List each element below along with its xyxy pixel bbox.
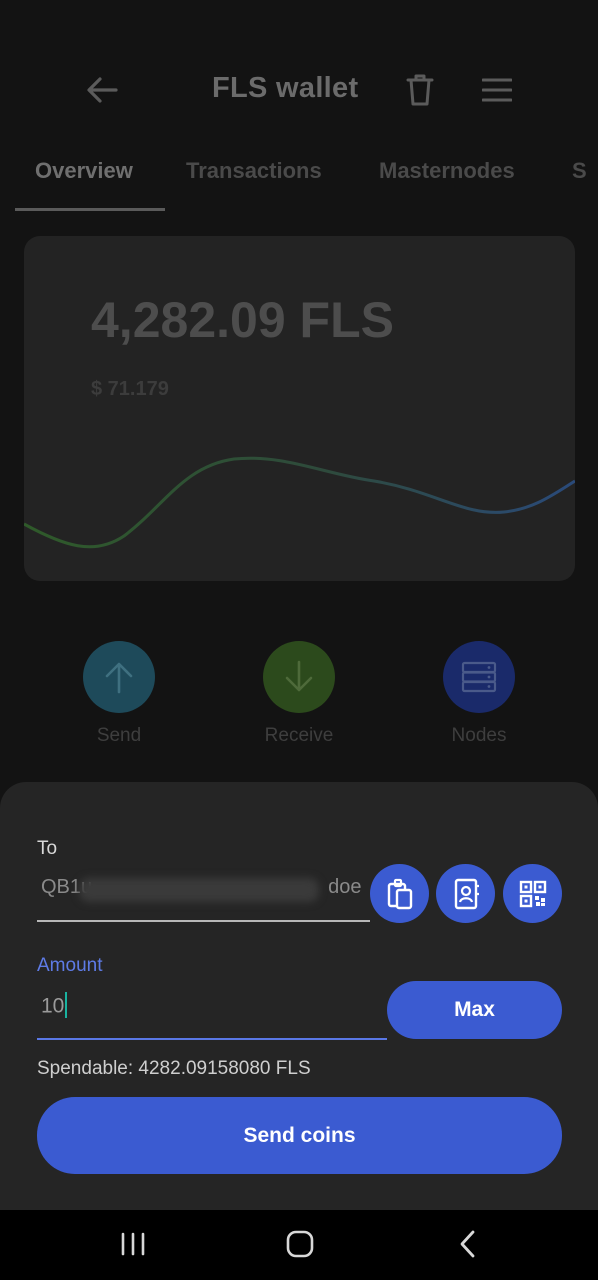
nodes-label: Nodes — [451, 725, 507, 746]
page-title: FLS wallet — [212, 72, 359, 104]
send-circle[interactable] — [83, 641, 155, 713]
fiat-balance: $ 71.179 — [91, 378, 169, 400]
menu-button[interactable] — [477, 70, 517, 110]
arrow-down-icon — [285, 660, 313, 692]
receive-circle[interactable] — [263, 641, 335, 713]
clipboard-icon — [387, 878, 412, 909]
back-chevron-icon — [460, 1230, 475, 1258]
send-action[interactable]: Send — [64, 641, 174, 747]
send-coins-button[interactable]: Send coins — [37, 1097, 562, 1174]
paste-button[interactable] — [370, 864, 429, 923]
home-button[interactable] — [278, 1224, 322, 1264]
tab-transactions[interactable]: Transactions — [186, 158, 322, 184]
server-icon — [461, 661, 497, 693]
trash-icon — [406, 74, 434, 106]
chart-line — [24, 456, 575, 549]
spendable-balance: Spendable: 4282.09158080 FLS — [37, 1058, 311, 1079]
receive-action[interactable]: Receive — [244, 641, 354, 747]
address-book-icon — [454, 878, 479, 909]
balance-chart — [24, 456, 575, 549]
amount-value: 10 — [41, 992, 68, 1020]
tab-overview[interactable]: Overview — [35, 158, 133, 184]
active-tab-indicator — [15, 208, 165, 211]
wallet-screen: FLS wallet Overview Transactions Mastern… — [0, 0, 598, 1210]
nodes-action[interactable]: Nodes — [424, 641, 534, 747]
text-caret — [65, 992, 68, 1018]
contacts-button[interactable] — [436, 864, 495, 923]
to-label: To — [37, 838, 58, 859]
tab-masternodes[interactable]: Masternodes — [379, 158, 515, 184]
system-back-button[interactable] — [446, 1224, 490, 1264]
to-address-end: doe — [328, 876, 362, 898]
system-nav-bar — [0, 1210, 598, 1280]
back-button[interactable] — [80, 70, 124, 110]
recents-button[interactable] — [111, 1224, 155, 1264]
scan-qr-button[interactable] — [503, 864, 562, 923]
send-sheet: To QB1u doe Amount 10 Max Spendable: 428… — [0, 782, 598, 1210]
arrow-up-icon — [105, 662, 133, 694]
balance-amount: 4,282.09 FLS — [91, 292, 394, 348]
qr-code-icon — [519, 880, 546, 907]
amount-input[interactable]: 10 — [37, 985, 387, 1040]
address-redaction — [79, 878, 319, 902]
recents-icon — [121, 1232, 145, 1256]
delete-wallet-button[interactable] — [400, 70, 440, 110]
send-label: Send — [96, 725, 142, 746]
receive-label: Receive — [264, 725, 334, 746]
tab-next[interactable]: S — [572, 158, 587, 184]
tab-bar: Overview Transactions Masternodes S — [0, 156, 598, 212]
amount-text: 10 — [41, 994, 65, 1018]
home-icon — [286, 1230, 314, 1258]
max-button[interactable]: Max — [387, 981, 562, 1039]
arrow-left-icon — [87, 77, 118, 103]
app-header: FLS wallet — [0, 60, 598, 120]
hamburger-menu-icon — [482, 78, 512, 102]
balance-card: 4,282.09 FLS $ 71.179 — [24, 236, 575, 581]
to-address-input[interactable]: QB1u doe — [37, 868, 370, 922]
nodes-circle[interactable] — [443, 641, 515, 713]
amount-label: Amount — [37, 955, 103, 976]
